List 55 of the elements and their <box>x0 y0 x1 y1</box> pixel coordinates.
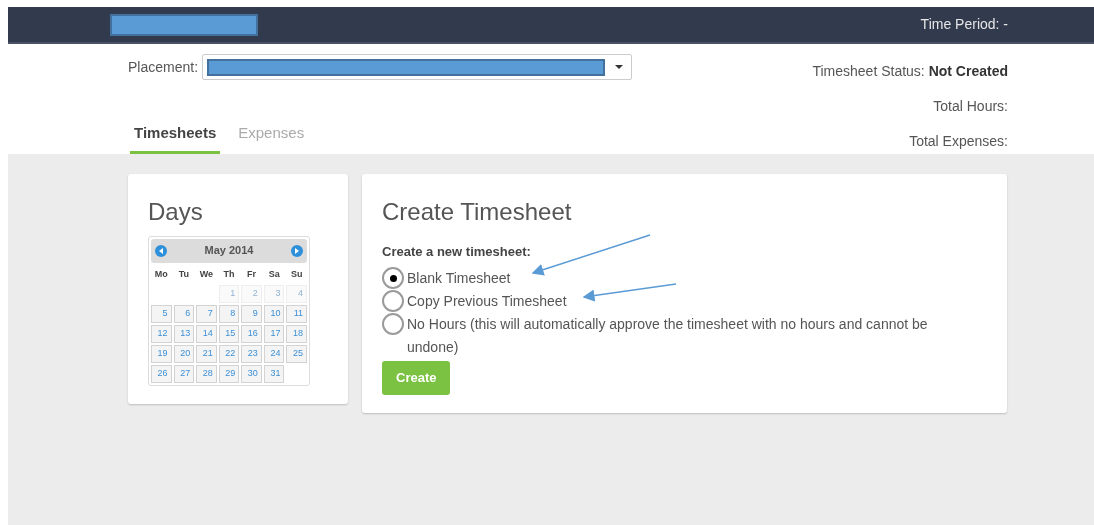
day-cell[interactable]: 20 <box>173 344 195 363</box>
day-cell[interactable]: 9 <box>241 304 262 323</box>
summary-line: Timesheet Status: Not Created <box>812 62 1008 81</box>
radio-button[interactable] <box>382 267 404 289</box>
day-cell[interactable]: 17 <box>263 324 285 343</box>
weekday-label: Th <box>222 267 236 281</box>
day-cell[interactable]: 31 <box>263 364 285 383</box>
summary-line: Total Expenses: <box>909 132 1008 151</box>
option-label: No Hours (this will automatically approve the timesheet with no hours and cannot be undone) <box>407 315 929 357</box>
tab[interactable]: Expenses <box>230 122 313 154</box>
month-title: May 2014 <box>204 243 254 259</box>
day-cell[interactable]: 15 <box>218 324 240 343</box>
prompt-label: Create a new timesheet: <box>382 242 532 261</box>
day-cell[interactable]: 13 <box>173 324 195 343</box>
placement-label: Placement: <box>128 57 199 77</box>
previous-month-icon[interactable] <box>155 244 167 257</box>
weekday-label: We <box>198 267 215 281</box>
radio-button[interactable] <box>382 313 404 335</box>
weekday-label: Su <box>289 267 304 281</box>
day-cell[interactable]: 25 <box>286 344 307 363</box>
day-cell[interactable]: 11 <box>286 304 307 323</box>
create-button[interactable]: Create <box>382 361 451 395</box>
day-cell[interactable]: 10 <box>263 304 285 323</box>
day-cell[interactable]: 14 <box>196 324 217 343</box>
day-cell[interactable]: 29 <box>218 364 240 383</box>
caret-icon <box>615 65 624 69</box>
radio-button[interactable] <box>382 290 404 312</box>
weekday-label: Sa <box>267 267 281 281</box>
weekday-label: Fr <box>246 267 258 281</box>
weekday-label: Mo <box>153 267 169 281</box>
day-cell[interactable]: 26 <box>151 364 172 383</box>
time-period: Time Period: - <box>920 15 1008 34</box>
day-cell[interactable]: 24 <box>263 344 285 363</box>
next-month-icon[interactable] <box>291 244 303 257</box>
day-cell[interactable]: 22 <box>218 344 240 363</box>
day-cell[interactable]: 16 <box>241 324 262 343</box>
weekday-label: Tu <box>177 267 190 281</box>
day-cell[interactable]: 23 <box>241 344 262 363</box>
day-cell[interactable]: 7 <box>196 304 217 323</box>
day-cell[interactable]: 8 <box>218 304 240 323</box>
day-cell[interactable]: 5 <box>151 304 172 323</box>
day-cell[interactable]: 19 <box>151 344 172 363</box>
day-cell[interactable]: 12 <box>151 324 172 343</box>
card-title: Create Timesheet <box>382 197 573 226</box>
summary-line: Total Hours: <box>933 97 1008 116</box>
day-cell[interactable]: 27 <box>173 364 195 383</box>
option-label: Copy Previous Timesheet <box>407 292 567 311</box>
card-title: Days <box>148 197 204 226</box>
placement-dropdown[interactable] <box>202 54 633 80</box>
day-cell[interactable]: 18 <box>286 324 307 343</box>
day-cell[interactable]: 21 <box>196 344 217 363</box>
day-cell[interactable]: 28 <box>196 364 217 383</box>
day-cell[interactable]: 30 <box>241 364 262 383</box>
option-label: Blank Timesheet <box>407 269 511 288</box>
day-cell[interactable]: 6 <box>173 304 195 323</box>
